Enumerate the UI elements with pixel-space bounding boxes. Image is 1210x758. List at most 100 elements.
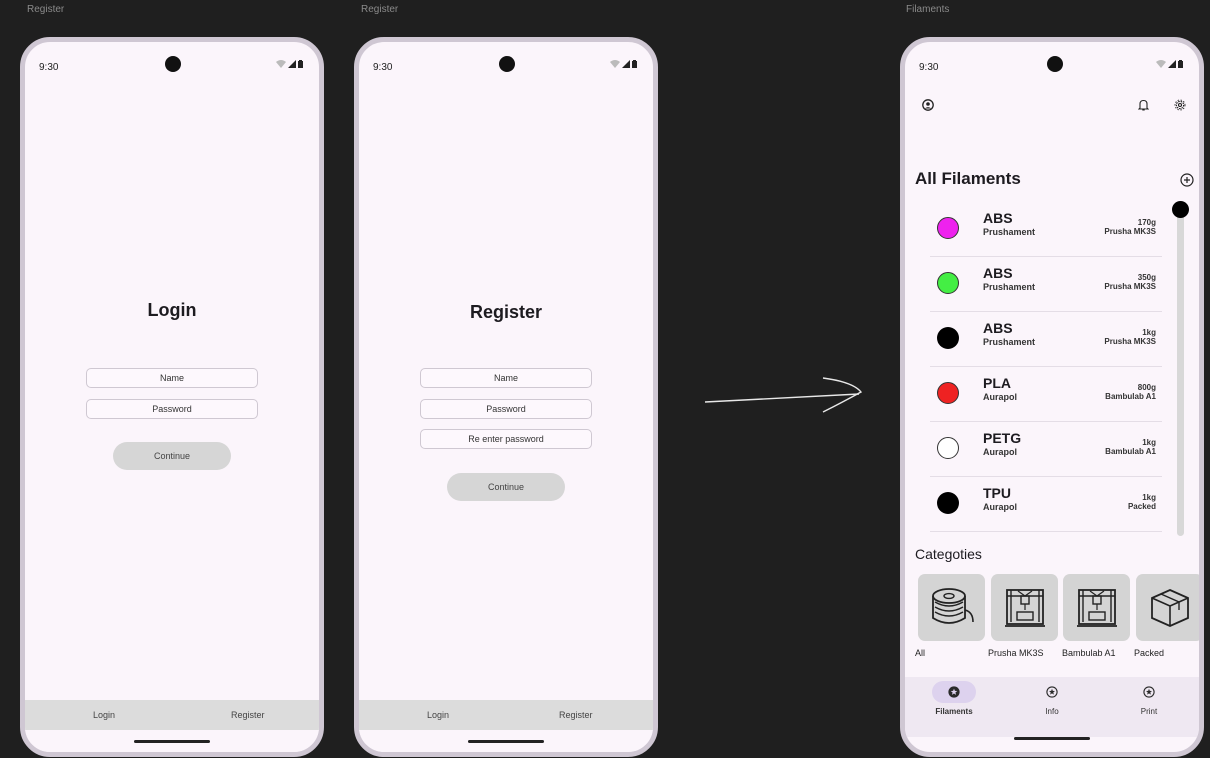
nav-register[interactable]: Register: [559, 710, 593, 720]
wifi-icon: [1156, 60, 1166, 68]
category-prusha-mk3s[interactable]: [991, 574, 1058, 641]
filament-row[interactable]: ABS Prushament 170g Prusha MK3S: [930, 202, 1162, 257]
brand: Prushament: [983, 282, 1036, 292]
home-indicator[interactable]: [134, 740, 210, 743]
category-packed[interactable]: [1136, 574, 1199, 641]
printer: Prusha MK3S: [1104, 282, 1156, 291]
nav-label: Filaments: [935, 707, 973, 716]
scrollbar-track[interactable]: [1177, 212, 1184, 536]
material: TPU: [983, 485, 1011, 501]
weight: 1kg: [1142, 438, 1156, 447]
weight: 350g: [1137, 273, 1156, 282]
color-swatch: [937, 272, 959, 294]
material: PETG: [983, 430, 1022, 446]
camera-cutout: [1047, 56, 1063, 72]
star-circle-icon: [1143, 686, 1155, 698]
status-icons: [610, 60, 637, 68]
password-field[interactable]: Password: [420, 399, 592, 419]
nav-info[interactable]: Info: [1022, 681, 1082, 716]
category-bambulab-a1[interactable]: [1063, 574, 1130, 641]
status-time: 9:30: [919, 62, 939, 73]
home-indicator[interactable]: [468, 740, 544, 743]
battery-icon: [298, 60, 303, 68]
nav-print[interactable]: Print: [1119, 681, 1179, 716]
printer: Bambulab A1: [1105, 447, 1156, 456]
nav-register[interactable]: Register: [231, 710, 265, 720]
battery-icon: [1178, 60, 1183, 68]
brand: Prushament: [983, 227, 1036, 237]
page-title: Login: [147, 300, 197, 320]
section-title: All Filaments: [915, 169, 1021, 188]
signal-icon: [288, 60, 296, 68]
spool-icon: [931, 587, 974, 624]
account-icon[interactable]: [921, 98, 935, 112]
nav-label: Print: [1140, 707, 1158, 716]
filaments-screen: 9:30 All Filaments ABS Prushament 170g P…: [900, 37, 1204, 757]
register-screen: 9:30 Register Name Password Re enter pas…: [354, 37, 658, 757]
nav-filaments[interactable]: Filaments: [924, 681, 984, 716]
brand: Prushament: [983, 337, 1036, 347]
color-swatch: [937, 327, 959, 349]
filament-row[interactable]: ABS Prushament 1kg Prusha MK3S: [930, 312, 1162, 367]
login-screen: 9:30 Login Name Password Continue Login …: [20, 37, 324, 757]
status-icons: [1156, 60, 1183, 68]
nav-icon-wrap: [1030, 681, 1074, 703]
printer: Prusha MK3S: [1104, 337, 1156, 346]
category-label: Prusha MK3S: [988, 648, 1044, 658]
star-circle-icon: [948, 686, 960, 698]
status-icons: [276, 60, 303, 68]
home-indicator[interactable]: [1014, 737, 1090, 740]
gear-icon[interactable]: [1173, 98, 1187, 112]
weight: 170g: [1137, 218, 1156, 227]
material: ABS: [983, 320, 1013, 336]
brand: Aurapol: [983, 392, 1018, 402]
bottom-nav: Login Register: [359, 700, 653, 730]
name-field[interactable]: Name: [420, 368, 592, 388]
nav-login[interactable]: Login: [427, 710, 449, 720]
category-all[interactable]: [918, 574, 985, 641]
filament-row[interactable]: PETG Aurapol 1kg Bambulab A1: [930, 422, 1162, 477]
filament-row[interactable]: ABS Prushament 350g Prusha MK3S: [930, 257, 1162, 312]
color-swatch: [937, 437, 959, 459]
frame-label-login: Register: [27, 4, 65, 15]
scrollbar-thumb[interactable]: [1172, 201, 1189, 218]
weight: 1kg: [1142, 493, 1156, 502]
material: PLA: [983, 375, 1011, 391]
brand: Aurapol: [983, 447, 1018, 457]
color-swatch: [937, 382, 959, 404]
color-swatch: [937, 492, 959, 514]
nav-icon-wrap: [1127, 681, 1171, 703]
reenter-password-field[interactable]: Re enter password: [420, 429, 592, 449]
material: ABS: [983, 210, 1013, 226]
box-icon: [1150, 588, 1189, 627]
bottom-nav: Login Register: [25, 700, 319, 730]
page-title: Register: [469, 302, 543, 322]
nav-label: Info: [1045, 707, 1059, 716]
nav-login[interactable]: Login: [93, 710, 115, 720]
printer-icon: [1004, 588, 1045, 627]
categories-title: Categoties: [915, 546, 982, 562]
brand: Aurapol: [983, 502, 1018, 512]
continue-button[interactable]: Continue: [447, 473, 565, 501]
printer: Prusha MK3S: [1104, 227, 1156, 236]
camera-cutout: [165, 56, 181, 72]
signal-icon: [622, 60, 630, 68]
bell-icon[interactable]: [1136, 98, 1150, 112]
weight: 1kg: [1142, 328, 1156, 337]
filament-row[interactable]: TPU Aurapol 1kg Packed: [930, 477, 1162, 532]
name-field[interactable]: Name: [86, 368, 258, 388]
printer-icon: [1076, 588, 1117, 627]
wifi-icon: [610, 60, 620, 68]
password-field[interactable]: Password: [86, 399, 258, 419]
material: ABS: [983, 265, 1013, 281]
weight: 800g: [1137, 383, 1156, 392]
continue-button[interactable]: Continue: [113, 442, 231, 470]
camera-cutout: [499, 56, 515, 72]
category-label: Packed: [1134, 648, 1165, 658]
status-time: 9:30: [373, 62, 393, 73]
category-carousel: All Prusha MK3S Bambulab A1 Packed: [915, 574, 1199, 660]
filament-row[interactable]: PLA Aurapol 800g Bambulab A1: [930, 367, 1162, 422]
wifi-icon: [276, 60, 286, 68]
add-filament-icon[interactable]: [1179, 172, 1195, 188]
frame-label-filaments: Filaments: [906, 4, 950, 15]
